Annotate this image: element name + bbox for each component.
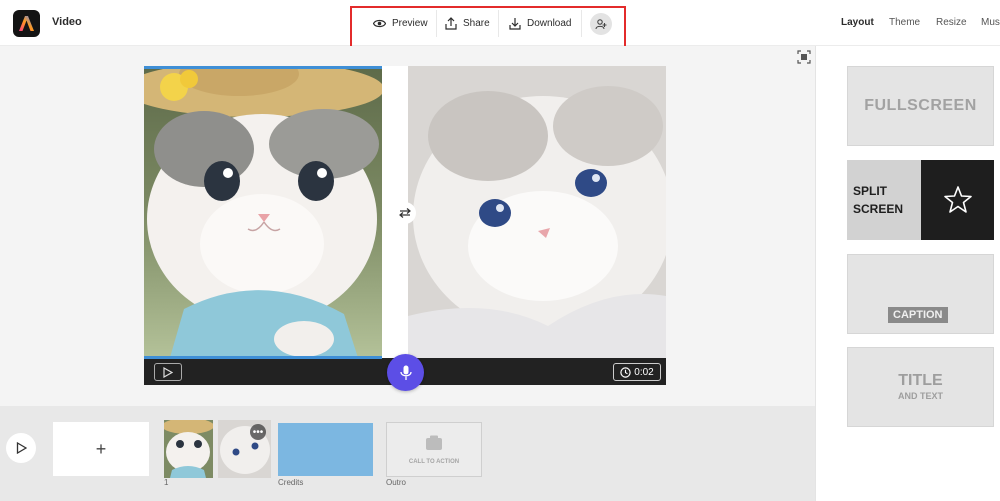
layout-option-caption[interactable]: CAPTION [847,254,994,334]
clip-label: Credits [278,478,304,487]
duration-badge: 0:02 [613,363,661,381]
share-icon [445,17,457,30]
split-screen-label: SPLIT SCREEN [853,184,904,216]
download-button[interactable]: Download [509,10,571,37]
timeline-play-button[interactable] [6,433,36,463]
swap-icon [399,208,411,218]
star-icon [943,186,972,213]
caption-label: CAPTION [888,307,948,323]
split-pane-left-image[interactable] [144,66,382,358]
add-scene-button[interactable]: + [53,422,149,476]
split-right-half [921,160,994,240]
fullscreen-toggle-icon[interactable] [797,50,811,64]
toolbar-divider [581,10,582,37]
tab-music[interactable]: Musi [981,17,1000,28]
tab-layout[interactable]: Layout [841,17,874,28]
preview-label: Preview [392,18,428,29]
play-icon [16,442,27,454]
app-logo-icon[interactable] [13,10,40,37]
split-pane-right-image[interactable] [408,66,666,358]
swap-panes-button[interactable] [394,202,416,224]
invite-user-button[interactable] [590,13,612,35]
microphone-icon [399,365,412,380]
toolbar-divider [436,10,437,37]
share-label: Share [463,18,490,29]
tab-theme[interactable]: Theme [889,17,920,28]
layout-option-fullscreen[interactable]: FULLSCREEN [847,66,994,146]
title-sub-label: AND TEXT [898,391,943,401]
timeline-clip-credits[interactable] [278,423,373,476]
share-button[interactable]: Share [445,10,490,37]
eye-icon [373,19,386,28]
layout-option-split-screen[interactable]: SPLIT SCREEN [847,160,994,240]
timeline-clip-outro[interactable]: CALL TO ACTION [386,422,482,477]
tab-resize[interactable]: Resize [936,17,967,28]
add-user-icon [595,19,607,30]
duration-text: 0:02 [634,366,654,378]
clock-icon [620,366,631,378]
clip-label: 1 [164,478,169,487]
clip-more-options-button[interactable]: ••• [250,424,266,440]
outro-logo-icon [426,435,442,450]
player-play-button[interactable] [154,363,182,381]
record-voice-button[interactable] [387,354,424,391]
preview-button[interactable]: Preview [373,10,428,37]
download-label: Download [527,18,572,29]
download-icon [509,18,521,30]
toolbar-divider [498,10,499,37]
title-label: TITLE [898,372,943,389]
app-title: Video [52,16,82,28]
timeline-clip-1[interactable] [164,420,213,478]
outro-text: CALL TO ACTION [408,459,460,465]
playback-progress[interactable] [144,356,382,359]
clip-label: Outro [386,478,407,487]
layout-option-title-and-text[interactable]: TITLE AND TEXT [847,347,994,427]
play-icon [163,366,173,378]
